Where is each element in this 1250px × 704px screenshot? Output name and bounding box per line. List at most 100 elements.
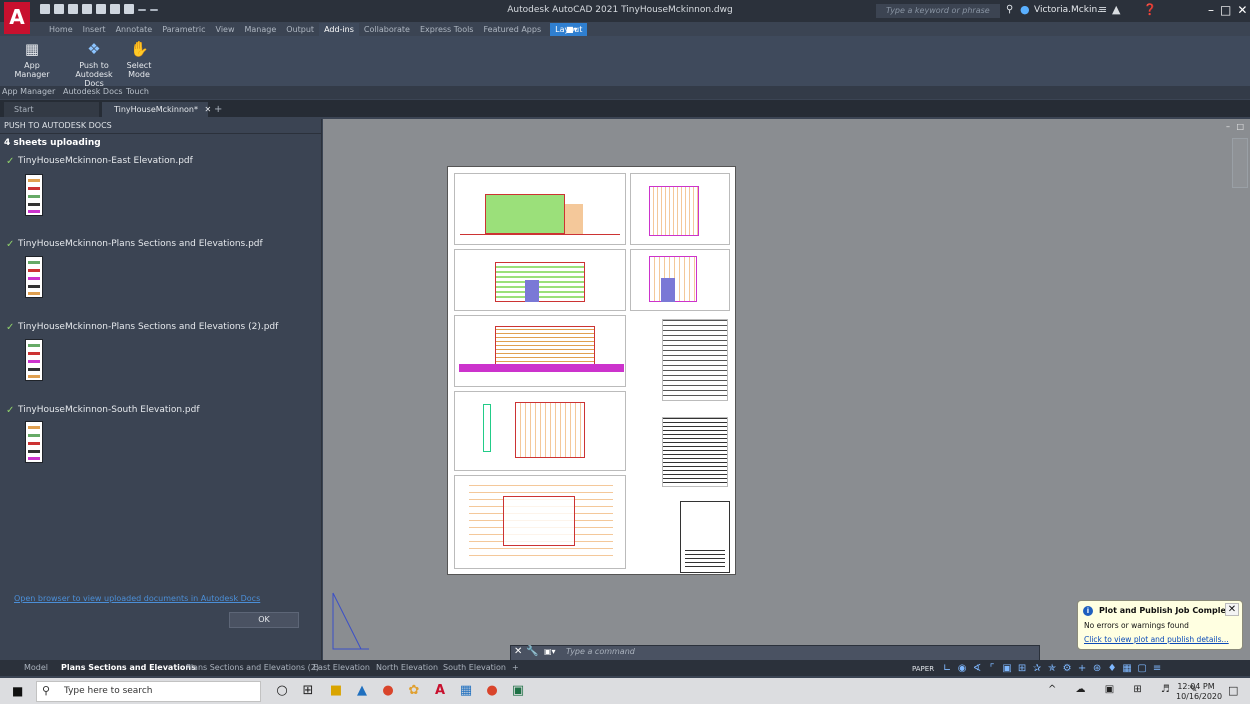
task-view-icon[interactable]: ⊞: [300, 683, 316, 699]
tab-express-tools[interactable]: Express Tools: [415, 23, 479, 36]
check-icon: ✓: [6, 322, 15, 333]
layout-tab-north-elevation[interactable]: North Elevation: [376, 663, 438, 672]
command-input[interactable]: Type a command: [566, 647, 635, 656]
uploaded-file-item[interactable]: TinyHouseMckinnon-Plans Sections and Ele…: [18, 239, 263, 249]
plan-fill: [503, 496, 575, 546]
help-search-input[interactable]: Type a keyword or phrase: [876, 4, 1000, 18]
clean-screen-icon[interactable]: ▢: [1136, 663, 1148, 674]
save-as-icon[interactable]: [82, 4, 92, 14]
autocad-logo-icon[interactable]: A: [4, 2, 30, 34]
tab-insert[interactable]: Insert: [78, 23, 111, 36]
sheet-thumbnail[interactable]: [25, 174, 43, 216]
new-layout-icon[interactable]: +: [512, 663, 519, 672]
polar-tracking-icon[interactable]: ∢: [971, 663, 983, 674]
selection-cycling-icon[interactable]: ⊞: [1016, 663, 1028, 674]
ok-button[interactable]: OK: [229, 612, 299, 628]
user-name[interactable]: Victoria.Mckin...: [1034, 5, 1106, 15]
notification-message: No errors or warnings found: [1084, 621, 1189, 630]
ribbon-toggle-icon[interactable]: ■▾: [566, 25, 586, 34]
cart-icon[interactable]: ≡: [1098, 3, 1107, 16]
sheets-icon[interactable]: ▣: [510, 683, 526, 699]
close-notification-button[interactable]: ✕: [1225, 603, 1239, 616]
help-icon[interactable]: ❓: [1143, 3, 1157, 16]
layout-tab-south-elevation[interactable]: South Elevation: [443, 663, 506, 672]
ortho-icon[interactable]: ⌜: [986, 663, 998, 674]
hand-pointer-icon: ✋: [130, 40, 149, 58]
app-manager-button[interactable]: ▦ App Manager: [8, 40, 56, 79]
undo-icon[interactable]: [138, 9, 146, 11]
windows-start-icon[interactable]: ■: [12, 684, 26, 698]
isolate-objects-icon[interactable]: ♦: [1106, 663, 1118, 674]
photos-icon[interactable]: ✿: [406, 683, 422, 699]
uploaded-file-item[interactable]: TinyHouseMckinnon-South Elevation.pdf: [18, 405, 200, 415]
tab-add-ins[interactable]: Add-ins: [319, 23, 359, 36]
plot-details-link[interactable]: Click to view plot and publish details..…: [1084, 635, 1229, 644]
graphics-performance-icon[interactable]: ▦: [1121, 663, 1133, 674]
cortana-icon[interactable]: ○: [274, 683, 290, 699]
paper-space-toggle[interactable]: PAPER: [912, 665, 934, 673]
plot-icon[interactable]: [110, 4, 120, 14]
a360-icon[interactable]: ▲: [1112, 3, 1120, 16]
user-icon[interactable]: ●: [1020, 3, 1032, 17]
save-icon[interactable]: [68, 4, 78, 14]
tab-view[interactable]: View: [211, 23, 240, 36]
autocad-taskbar-icon[interactable]: A: [432, 683, 448, 699]
command-history-icon[interactable]: ▣▾: [544, 647, 556, 656]
redo-icon[interactable]: [150, 9, 158, 11]
tab-collaborate[interactable]: Collaborate: [359, 23, 415, 36]
sheet-thumbnail[interactable]: [25, 256, 43, 298]
door-fill: [661, 278, 675, 302]
new-icon[interactable]: [40, 4, 50, 14]
snap-icon[interactable]: ∟: [941, 663, 953, 674]
taskbar-search-input[interactable]: Type here to search: [64, 686, 152, 696]
chrome-icon[interactable]: ●: [380, 683, 396, 699]
layout-sheet[interactable]: [447, 166, 736, 575]
layout-tab-plans-sections-elevations[interactable]: Plans Sections and Elevations: [61, 663, 196, 672]
annotation-visibility-icon[interactable]: ✯: [1046, 663, 1058, 674]
layout-tab-east-elevation[interactable]: East Elevation: [313, 663, 370, 672]
info-icon: i: [1083, 606, 1093, 616]
store-icon[interactable]: ▲: [354, 683, 370, 699]
push-to-autodesk-docs-button[interactable]: ❖ Push to Autodesk Docs: [66, 40, 122, 88]
outlook-icon[interactable]: ▦: [458, 683, 474, 699]
sheet-thumbnail[interactable]: [25, 421, 43, 463]
action-center-icon[interactable]: □: [1228, 684, 1238, 697]
customization-icon[interactable]: ≡: [1151, 663, 1163, 674]
annotation-scale-icon[interactable]: ✰: [1031, 663, 1043, 674]
layout-tab-plans-sections-elevations-2[interactable]: Plans Sections and Elevations (2): [186, 663, 319, 672]
units-plus-icon[interactable]: +: [1076, 663, 1088, 674]
print-icon[interactable]: [124, 4, 134, 14]
taskbar-clock[interactable]: 12:04 PM 10/16/2020: [1176, 682, 1222, 702]
navigation-bar[interactable]: [1232, 138, 1248, 188]
isodraft-icon[interactable]: ▣: [1001, 663, 1013, 674]
tab-annotate[interactable]: Annotate: [111, 23, 158, 36]
layout-tab-model[interactable]: Model: [24, 663, 48, 672]
open-browser-link[interactable]: Open browser to view uploaded documents …: [14, 594, 260, 603]
search-icon[interactable]: ⚲: [1006, 4, 1018, 18]
file-explorer-icon[interactable]: ■: [328, 683, 344, 699]
tab-output[interactable]: Output: [281, 23, 319, 36]
sheet-thumbnail[interactable]: [25, 339, 43, 381]
publish-icon[interactable]: [96, 4, 106, 14]
wrench-icon[interactable]: 🔧: [526, 646, 538, 657]
tab-featured-apps[interactable]: Featured Apps: [478, 23, 546, 36]
schedule-table: [662, 417, 728, 487]
select-mode-button[interactable]: ✋ Select Mode: [124, 40, 154, 79]
uploaded-file-item[interactable]: TinyHouseMckinnon-Plans Sections and Ele…: [18, 322, 278, 332]
new-tab-icon[interactable]: +: [214, 102, 222, 117]
tab-parametric[interactable]: Parametric: [157, 23, 210, 36]
quick-properties-icon[interactable]: ⊛: [1091, 663, 1103, 674]
close-tab-icon[interactable]: ✕: [205, 105, 212, 114]
tab-home[interactable]: Home: [44, 23, 78, 36]
powerpoint-icon[interactable]: ●: [484, 683, 500, 699]
workspace-gear-icon[interactable]: ⚙: [1061, 663, 1073, 674]
tab-manage[interactable]: Manage: [240, 23, 282, 36]
close-icon[interactable]: ✕: [514, 646, 522, 657]
uploaded-file-item[interactable]: TinyHouseMckinnon-East Elevation.pdf: [18, 156, 193, 166]
open-icon[interactable]: [54, 4, 64, 14]
tab-current-drawing[interactable]: TinyHouseMckinnon* ✕: [102, 102, 211, 117]
object-snap-icon[interactable]: ◉: [956, 663, 968, 674]
viewport-controls[interactable]: – □ ✕: [1226, 122, 1250, 132]
tab-start[interactable]: Start: [4, 102, 99, 117]
window-controls[interactable]: –□✕: [1208, 3, 1250, 17]
